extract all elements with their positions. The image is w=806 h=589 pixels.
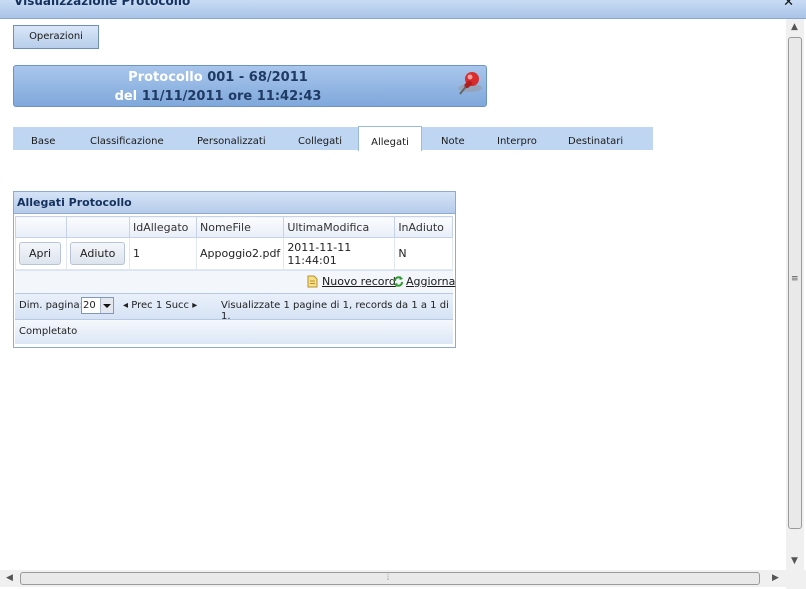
pager-info: Visualizzate 1 pagine di 1, records da 1…: [221, 300, 449, 322]
tab-note[interactable]: Note: [441, 127, 465, 150]
protocol-number: 001 - 68/2011: [207, 70, 308, 85]
horizontal-scrollbar[interactable]: ◀ ⦙ ▶: [0, 570, 786, 587]
grip-icon: ⦙: [387, 573, 390, 583]
vertical-scroll-thumb[interactable]: ≡: [788, 37, 802, 529]
cell-inadiuto: N: [394, 237, 453, 270]
protocol-del-label: del: [114, 89, 138, 104]
current-page: 1: [155, 300, 163, 311]
nuovo-record-link[interactable]: Nuovo record: [322, 275, 396, 288]
next-arrow-icon[interactable]: ▸: [192, 300, 197, 311]
cell-idallegato: 1: [129, 237, 197, 270]
tab-bar: Base Classificazione Personalizzati Coll…: [13, 126, 653, 151]
grid-status: Completato: [15, 320, 453, 344]
table-header-row: IdAllegato NomeFile UltimaModifica InAdi…: [15, 216, 453, 238]
next-link[interactable]: Succ: [165, 300, 189, 311]
tab-interpro[interactable]: Interpro: [497, 127, 537, 150]
cell-nomefile: Appoggio2.pdf: [195, 237, 285, 270]
pager-nav: ◂ Prec 1 Succ ▸: [123, 300, 197, 311]
adiuto-button[interactable]: Adiuto: [70, 242, 126, 265]
protocol-number-line: Protocollo 001 - 68/2011: [0, 70, 454, 85]
scrollbar-corner: [786, 570, 806, 589]
tab-classificazione[interactable]: Classificazione: [90, 127, 164, 150]
scroll-up-icon[interactable]: ▲: [791, 22, 798, 32]
allegati-grid-panel: Allegati Protocollo IdAllegato NomeFile …: [13, 191, 456, 348]
grid-title: Allegati Protocollo: [14, 192, 455, 214]
column-header-inadiuto[interactable]: InAdiuto: [394, 216, 453, 238]
window-titlebar: Visualizzazione Protocollo ✕: [0, 0, 806, 19]
grid-actions-bar: Nuovo record Aggiorna: [15, 270, 455, 293]
operazioni-button[interactable]: Operazioni: [13, 25, 99, 49]
column-header: [15, 216, 67, 238]
refresh-icon: [394, 276, 403, 287]
column-header: [66, 216, 130, 238]
horizontal-scroll-thumb[interactable]: ⦙: [20, 572, 760, 585]
cell-ultimamodifica: 2011-11-11 11:44:01: [283, 237, 396, 270]
protocol-label: Protocollo: [128, 70, 203, 85]
protocol-date-line: del 11/11/2011 ore 11:42:43: [0, 89, 454, 104]
apri-button[interactable]: Apri: [19, 242, 62, 265]
page-size-value: 20: [83, 300, 96, 311]
page-size-label: Dim. pagina:: [19, 300, 84, 311]
tab-allegati[interactable]: Allegati: [358, 126, 422, 151]
table-row: Apri Adiuto 1 Appoggio2.pdf 2011-11-11 1…: [15, 237, 453, 270]
grid-pager: Dim. pagina: 20 ◂ Prec 1 Succ ▸ Visualiz…: [15, 293, 453, 322]
column-header-ultimamodifica[interactable]: UltimaModifica: [283, 216, 396, 238]
page-size-select[interactable]: 20: [81, 297, 114, 314]
protocol-datetime: 11/11/2011 ore 11:42:43: [141, 89, 322, 104]
prev-link[interactable]: Prec: [131, 300, 152, 311]
prev-arrow-icon[interactable]: ◂: [123, 300, 128, 311]
aggiorna-link[interactable]: Aggiorna: [406, 275, 455, 288]
tab-personalizzati[interactable]: Personalizzati: [197, 127, 266, 150]
table-cell: Adiuto: [66, 237, 130, 270]
column-header-idallegato[interactable]: IdAllegato: [129, 216, 197, 238]
tab-base[interactable]: Base: [31, 127, 55, 150]
chevron-down-icon: [100, 298, 113, 313]
column-header-nomefile[interactable]: NomeFile: [195, 216, 285, 238]
scroll-down-icon[interactable]: ▼: [791, 556, 798, 566]
tab-destinatari[interactable]: Destinatari: [568, 127, 623, 150]
grip-icon: ≡: [791, 274, 799, 284]
close-icon[interactable]: ✕: [783, 0, 794, 10]
new-record-icon: [307, 275, 318, 288]
pushpin-icon: [458, 72, 482, 95]
protocol-header: Protocollo 001 - 68/2011 del 11/11/2011 …: [13, 65, 487, 107]
main-content: Operazioni Protocollo 001 - 68/2011 del …: [0, 19, 786, 569]
allegati-table: IdAllegato NomeFile UltimaModifica InAdi…: [15, 216, 453, 270]
window-title: Visualizzazione Protocollo: [14, 0, 191, 8]
scroll-right-icon[interactable]: ▶: [772, 573, 779, 583]
tab-collegati[interactable]: Collegati: [298, 127, 342, 150]
vertical-scrollbar[interactable]: ▲ ≡ ▼: [786, 19, 804, 570]
scroll-left-icon[interactable]: ◀: [6, 573, 13, 583]
table-cell: Apri: [15, 237, 67, 270]
